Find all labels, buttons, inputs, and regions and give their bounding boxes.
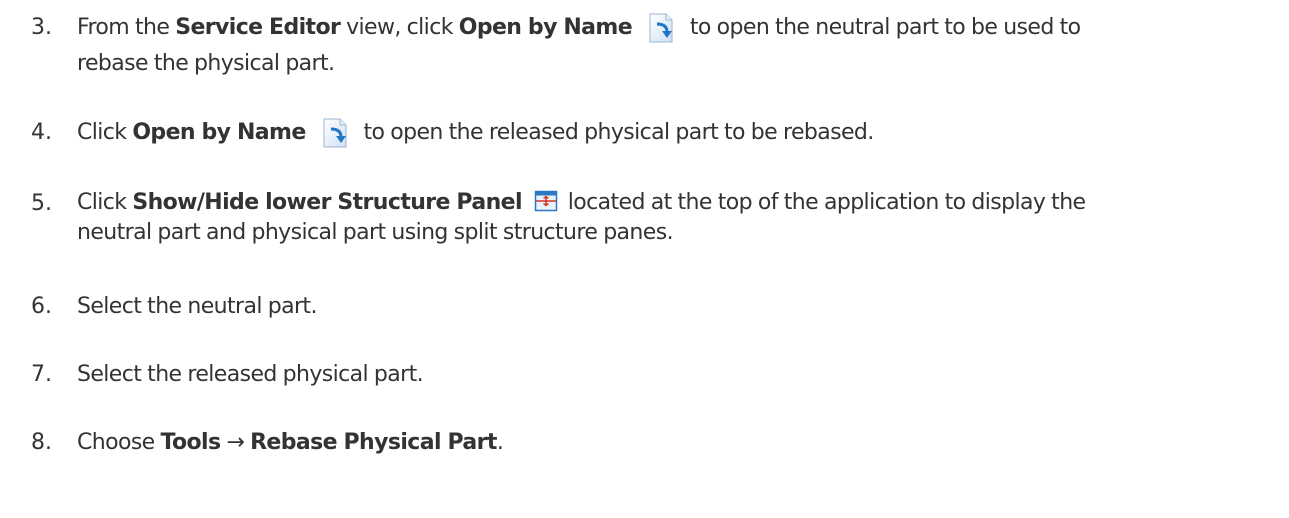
step-text: Click Show/Hide lower Structure Panel lo… [77, 189, 1086, 245]
open-by-name-icon [318, 117, 354, 149]
ui-name-rebase-physical-part: Rebase Physical Part [250, 430, 497, 455]
step-number: 8. [31, 430, 52, 455]
ui-name-show-hide-lower-structure-panel: Show/Hide lower Structure Panel [132, 190, 522, 215]
structure-panel-icon [534, 189, 558, 213]
step-text: From the Service Editor view, click Open… [77, 10, 1277, 82]
step-number: 5. [31, 191, 52, 216]
step-number: 7. [31, 362, 52, 387]
step-number: 6. [31, 294, 52, 319]
open-by-name-icon [644, 12, 680, 44]
step-text: Choose Tools → Rebase Physical Part. [77, 430, 504, 455]
ui-name-open-by-name: Open by Name [132, 120, 306, 145]
step-text: Select the released physical part. [77, 362, 424, 387]
step-text: Select the neutral part. [77, 294, 317, 319]
step-number: 4. [31, 120, 52, 145]
step-text: Click Open by Name to open the released … [77, 115, 1277, 151]
ui-name-tools-menu: Tools [160, 430, 222, 455]
step-number: 3. [31, 15, 52, 40]
ui-name-open-by-name: Open by Name [458, 15, 633, 40]
menu-path-arrow: → [220, 430, 251, 455]
ui-name-service-editor: Service Editor [175, 15, 341, 40]
